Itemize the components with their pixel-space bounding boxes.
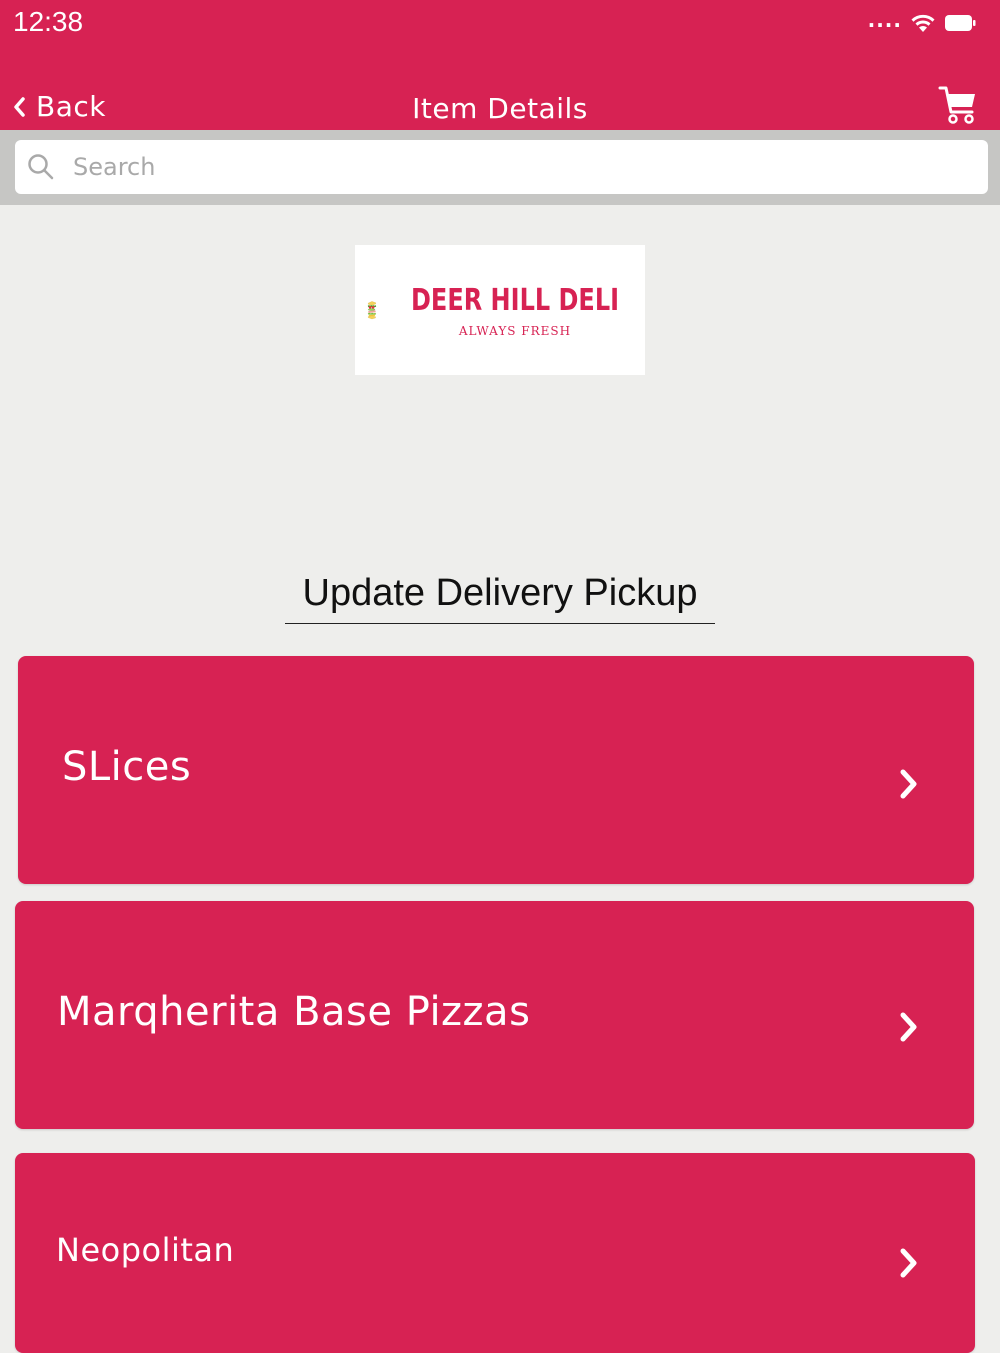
logo-tagline: ALWAYS FRESH <box>458 323 572 338</box>
search-box[interactable] <box>15 140 988 194</box>
logo-name: DEER HILL DELI <box>410 282 619 318</box>
category-card-margherita[interactable]: Marqherita Base Pizzas <box>15 901 974 1129</box>
category-card-slices[interactable]: SLices <box>18 656 974 884</box>
category-label: Marqherita Base Pizzas <box>57 989 531 1035</box>
search-input[interactable] <box>71 152 955 182</box>
logo-text: DEER HILL DELI ALWAYS FRESH <box>385 283 645 338</box>
category-card-neopolitan[interactable]: Neopolitan <box>15 1153 975 1353</box>
wifi-icon <box>911 14 935 32</box>
battery-icon <box>945 15 976 31</box>
category-label: SLices <box>62 744 192 790</box>
chevron-right-icon <box>900 1012 917 1042</box>
chevron-right-icon <box>900 769 917 799</box>
chevron-right-icon <box>900 1248 917 1278</box>
category-label: Neopolitan <box>56 1231 235 1269</box>
signal-dots-icon: .... <box>867 8 902 32</box>
section-title[interactable]: Update Delivery Pickup <box>285 572 715 624</box>
page-title: Item Details <box>412 92 588 125</box>
cart-button[interactable] <box>938 84 978 130</box>
search-icon <box>28 154 54 180</box>
search-bar <box>0 130 1000 205</box>
status-icons: .... <box>867 8 976 34</box>
status-time: 12:38 <box>13 6 84 37</box>
app-header: 12:38 .... Back Item Details <box>0 0 1000 130</box>
cart-icon <box>938 86 975 124</box>
restaurant-logo: DEER HILL DELI ALWAYS FRESH <box>355 245 645 375</box>
sandwich-icon <box>367 301 377 320</box>
